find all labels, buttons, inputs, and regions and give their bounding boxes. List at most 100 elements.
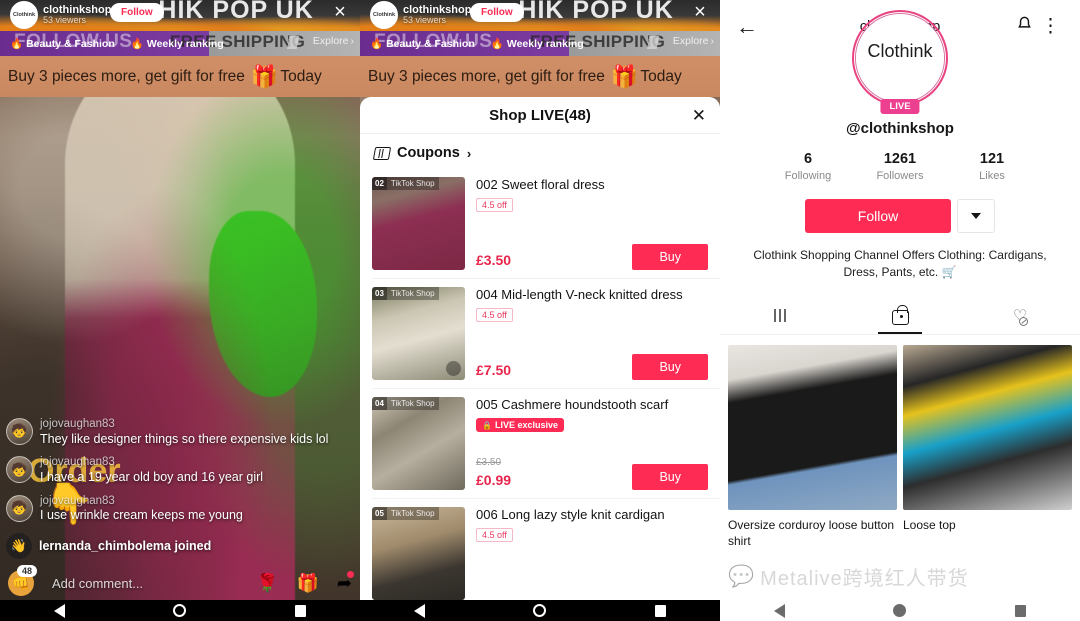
gift-box-icon: 🎁 — [250, 63, 279, 89]
gift-promo-text: Buy 3 pieces more, get gift for free — [368, 67, 605, 85]
thumbnail-tag: 02 TikTok Shop — [372, 177, 439, 190]
profile-handle: @clothinkshop — [846, 120, 954, 137]
bell-icon[interactable] — [1015, 15, 1034, 39]
share-icon[interactable]: ➦ — [337, 570, 354, 594]
gift-icon[interactable]: 🎁 — [296, 573, 318, 594]
category-bar: FOLLOW US FREE SHIPPING 🔥 Beauty & Fashi… — [360, 31, 720, 56]
heart-private-icon: ♡ — [1012, 307, 1029, 326]
live-badge[interactable]: LIVE — [880, 99, 920, 114]
tab-videos[interactable] — [720, 298, 840, 334]
live-exclusive-label: LIVE exclusive — [494, 420, 559, 431]
host-info-chip[interactable]: Clothink clothinkshop 53 viewers — [370, 1, 471, 29]
category-label: Weekly ranking — [146, 37, 224, 50]
explore-label: Explore — [312, 35, 349, 47]
profile-product-grid[interactable]: Oversize corduroy loose button shirt Loo… — [720, 335, 1080, 549]
gift-promo-banner[interactable]: Buy 3 pieces more, get gift for free 🎁 T… — [360, 56, 720, 97]
back-icon[interactable]: ← — [736, 16, 758, 38]
gift-promo-today: Today — [280, 67, 322, 85]
nav-recents-button[interactable] — [654, 604, 666, 617]
explore-button[interactable]: Explore › — [673, 35, 714, 47]
buy-button[interactable]: Buy — [632, 354, 708, 380]
category-weekly-ranking[interactable]: 🔥 Weekly ranking — [491, 37, 584, 51]
close-icon[interactable]: ✕ — [692, 107, 706, 124]
product-card[interactable]: Oversize corduroy loose button shirt — [728, 344, 897, 549]
more-options-button[interactable] — [957, 199, 995, 233]
product-row[interactable]: 02 TikTok Shop 002 Sweet floral dress 4.… — [360, 169, 720, 278]
stat-label: Followers — [876, 170, 924, 182]
explore-button[interactable]: Explore › — [313, 35, 354, 47]
nav-back-button[interactable] — [54, 603, 66, 618]
avatar[interactable]: Clothink LIVE — [852, 10, 948, 114]
stat-following[interactable]: 6 Following — [762, 151, 854, 182]
like-count: 48 — [17, 565, 38, 577]
explore-label: Explore — [672, 35, 709, 47]
gift-promo-today: Today — [640, 67, 682, 85]
product-thumbnail[interactable]: 03 TikTok Shop — [372, 287, 465, 380]
share-notification-dot — [347, 570, 354, 578]
close-icon[interactable]: × — [690, 2, 710, 23]
nav-home-button[interactable] — [173, 604, 187, 617]
android-nav-bar — [720, 600, 1080, 621]
category-beauty-fashion[interactable]: 🔥 Beauty & Fashion — [10, 37, 115, 51]
product-index: 04 — [372, 397, 387, 410]
product-row[interactable]: 05 TikTok Shop 006 Long lazy style knit … — [360, 499, 720, 600]
live-exclusive-badge: 🔒 LIVE exclusive — [476, 418, 565, 433]
avatar: 🧒 — [6, 494, 33, 522]
nav-back-button[interactable] — [774, 603, 786, 618]
nav-back-button[interactable] — [414, 603, 426, 618]
category-beauty-fashion[interactable]: 🔥 Beauty & Fashion — [370, 37, 475, 51]
menu-icon[interactable]: ⋮ — [1041, 17, 1060, 37]
nav-home-button[interactable] — [893, 604, 907, 617]
rose-icon[interactable]: 🌹 — [256, 573, 278, 594]
follow-button[interactable]: Follow — [470, 3, 524, 22]
product-row[interactable]: 04 TikTok Shop 005 Cashmere houndstooth … — [360, 389, 720, 498]
follow-button[interactable]: Follow — [805, 199, 951, 233]
nav-home-button[interactable] — [533, 604, 547, 617]
buy-button[interactable]: Buy — [632, 464, 708, 490]
host-avatar[interactable]: Clothink — [10, 1, 38, 29]
stat-likes[interactable]: 121 Likes — [946, 151, 1038, 182]
buy-button[interactable]: Buy — [632, 244, 708, 270]
category-weekly-ranking[interactable]: 🔥 Weekly ranking — [131, 37, 224, 51]
chat-message: 🧒 jojovaughan83 I use wrinkle cream keep… — [6, 494, 336, 524]
chat-message: 🧒 jojovaughan83 They like designer thing… — [6, 417, 336, 447]
nav-recents-button[interactable] — [1014, 604, 1026, 617]
host-avatar[interactable]: Clothink — [370, 1, 398, 29]
category-bar: FOLLOW US FREE SHIPPING 🔥 Beauty & Fashi… — [0, 31, 360, 56]
like-badge[interactable]: 👊 48 — [8, 565, 38, 596]
stat-label: Following — [784, 170, 832, 182]
product-list[interactable]: 02 TikTok Shop 002 Sweet floral dress 4.… — [360, 169, 720, 600]
follow-button[interactable]: Follow — [110, 3, 164, 22]
wechat-icon: 💬 — [728, 564, 755, 588]
stat-followers[interactable]: 1261 Followers — [854, 151, 946, 182]
nav-recents-button[interactable] — [294, 604, 306, 617]
shop-tag: TikTok Shop — [386, 287, 439, 300]
host-info-chip[interactable]: Clothink clothinkshop 53 viewers — [10, 1, 111, 29]
product-card[interactable]: Loose top — [903, 344, 1072, 549]
close-icon[interactable]: × — [330, 2, 350, 23]
gift-box-icon: 🎁 — [610, 63, 639, 89]
tab-shop[interactable] — [840, 298, 960, 334]
coupons-row[interactable]: Coupons › — [360, 134, 720, 169]
profile-panel: ← clothinkshop ⋮ Clothink LIVE @clothink… — [720, 0, 1080, 621]
category-label: Beauty & Fashion — [26, 37, 115, 50]
promo-headline: HIK POP UK — [518, 0, 674, 24]
comment-input[interactable]: Add comment... — [52, 576, 143, 591]
play-icon — [446, 361, 461, 376]
profile-tabs: ♡ — [720, 298, 1080, 335]
product-row[interactable]: 03 TikTok Shop 004 Mid-length V-neck kni… — [360, 279, 720, 388]
live-chat-list[interactable]: 🧒 jojovaughan83 They like designer thing… — [6, 417, 336, 565]
product-name: 005 Cashmere houndstooth scarf — [476, 397, 669, 412]
product-name: Loose top — [903, 517, 956, 532]
chevron-right-icon: › — [710, 35, 715, 47]
stat-label: Likes — [979, 170, 1005, 182]
product-thumbnail[interactable]: 04 TikTok Shop — [372, 397, 465, 490]
gift-promo-banner[interactable]: Buy 3 pieces more, get gift for free 🎁 T… — [0, 56, 360, 97]
product-thumbnail[interactable]: 05 TikTok Shop — [372, 507, 465, 600]
active-tab-underline — [878, 331, 922, 334]
product-price: £7.50 — [476, 362, 512, 378]
tab-liked[interactable]: ♡ — [960, 298, 1080, 334]
watermark-text: Metalive跨境红人带货 — [760, 568, 969, 590]
product-image — [903, 344, 1072, 510]
product-thumbnail[interactable]: 02 TikTok Shop — [372, 177, 465, 270]
